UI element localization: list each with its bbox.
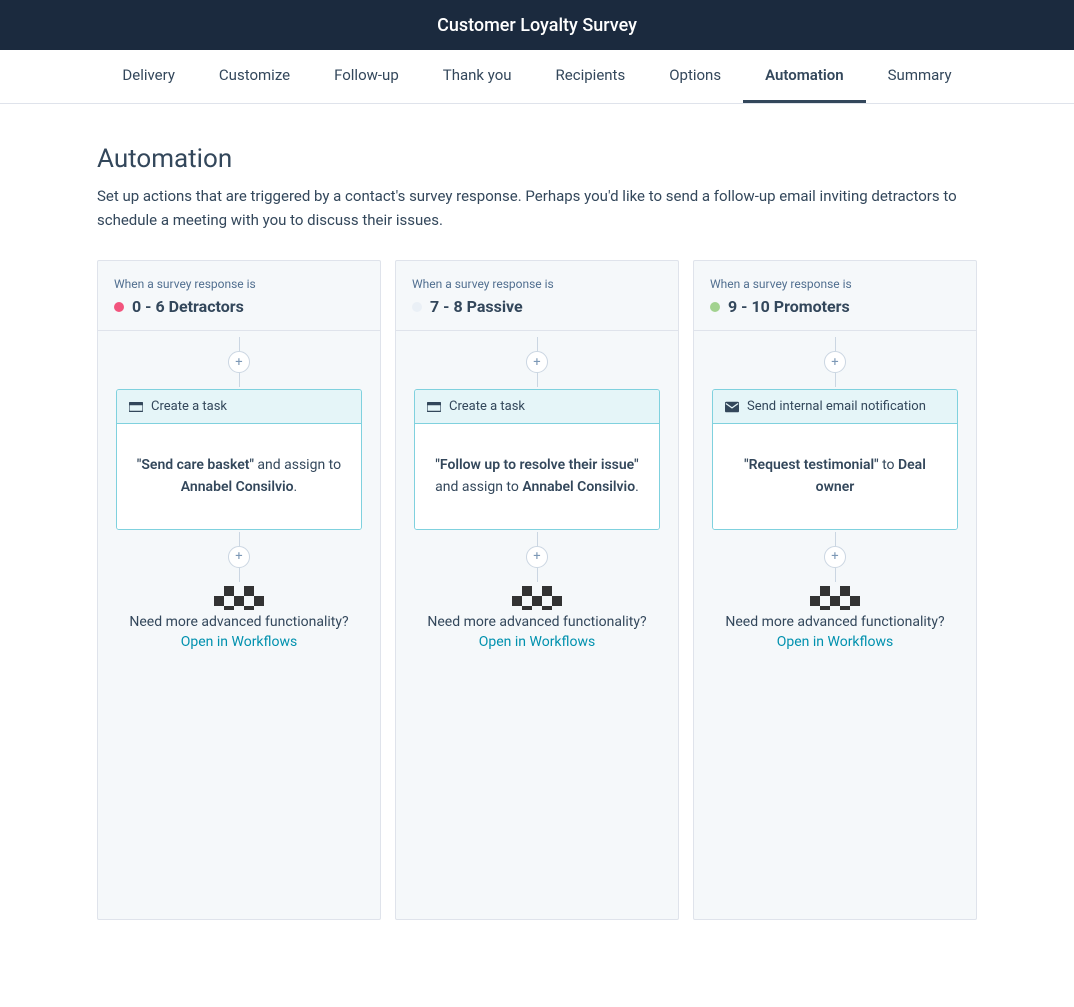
advanced-text: Need more advanced functionality? <box>427 614 646 630</box>
connector-line <box>239 568 240 582</box>
action-assignee: Annabel Consilvio <box>522 479 635 495</box>
tab-summary[interactable]: Summary <box>866 50 974 103</box>
column-body: + Send internal email notification "Requ… <box>694 331 976 650</box>
connector-line <box>239 373 240 387</box>
action-assignee: Annabel Consilvio <box>181 479 294 495</box>
tab-delivery[interactable]: Delivery <box>100 50 197 103</box>
column-title-row: 9 - 10 Promoters <box>710 297 960 316</box>
task-icon <box>129 401 143 413</box>
action-card-header: Create a task <box>117 390 361 424</box>
segment-dot-icon <box>412 302 422 312</box>
tab-customize[interactable]: Customize <box>197 50 312 103</box>
action-quoted-text: "Request testimonial" <box>744 457 878 473</box>
automation-column: When a survey response is 9 - 10 Promote… <box>693 260 977 920</box>
add-action-button[interactable]: + <box>228 351 250 373</box>
tab-follow-up[interactable]: Follow-up <box>312 50 421 103</box>
action-type-label: Create a task <box>449 399 525 414</box>
placeholder-icon <box>214 586 264 610</box>
action-card-body: "Request testimonial" to Deal owner <box>713 424 957 529</box>
tab-thank-you[interactable]: Thank you <box>421 50 534 103</box>
action-type-label: Send internal email notification <box>747 399 926 414</box>
add-action-button[interactable]: + <box>526 546 548 568</box>
connector-line <box>239 337 240 351</box>
segment-dot-icon <box>114 302 124 312</box>
header-bar: Customer Loyalty Survey <box>0 0 1074 50</box>
segment-dot-icon <box>710 302 720 312</box>
action-mid-text: to <box>879 457 898 473</box>
action-mid-text: and assign to <box>435 479 522 495</box>
connector-line <box>239 532 240 546</box>
column-title: 9 - 10 Promoters <box>728 297 850 316</box>
connector-line <box>835 373 836 387</box>
automation-column: When a survey response is 0 - 6 Detracto… <box>97 260 381 920</box>
column-header: When a survey response is 9 - 10 Promote… <box>694 261 976 331</box>
tab-options[interactable]: Options <box>647 50 743 103</box>
connector-line <box>835 532 836 546</box>
task-icon <box>427 401 441 413</box>
action-quoted-text: "Send care basket" <box>137 457 254 473</box>
mail-icon <box>725 401 739 413</box>
open-in-workflows-link[interactable]: Open in Workflows <box>479 634 595 650</box>
connector-line <box>537 337 538 351</box>
action-card[interactable]: Create a task "Send care basket" and ass… <box>116 389 362 530</box>
add-action-button[interactable]: + <box>824 546 846 568</box>
column-title-row: 7 - 8 Passive <box>412 297 662 316</box>
action-quoted-text: "Follow up to resolve their issue" <box>435 457 638 473</box>
action-card[interactable]: Send internal email notification "Reques… <box>712 389 958 530</box>
action-card[interactable]: Create a task "Follow up to resolve thei… <box>414 389 660 530</box>
connector-line <box>537 532 538 546</box>
advanced-text: Need more advanced functionality? <box>129 614 348 630</box>
action-suffix: . <box>635 479 639 495</box>
action-card-body: "Send care basket" and assign to Annabel… <box>117 424 361 529</box>
action-suffix: . <box>294 479 298 495</box>
page-title: Automation <box>97 144 977 174</box>
add-action-button[interactable]: + <box>824 351 846 373</box>
action-type-label: Create a task <box>151 399 227 414</box>
main-content: Automation Set up actions that are trigg… <box>77 104 997 960</box>
connector-line <box>537 373 538 387</box>
column-title: 7 - 8 Passive <box>430 297 523 316</box>
column-pretext: When a survey response is <box>412 277 662 291</box>
automation-column: When a survey response is 7 - 8 Passive … <box>395 260 679 920</box>
column-pretext: When a survey response is <box>710 277 960 291</box>
column-pretext: When a survey response is <box>114 277 364 291</box>
action-card-body: "Follow up to resolve their issue" and a… <box>415 424 659 529</box>
column-title-row: 0 - 6 Detractors <box>114 297 364 316</box>
action-card-header: Create a task <box>415 390 659 424</box>
connector-line <box>537 568 538 582</box>
action-card-header: Send internal email notification <box>713 390 957 424</box>
action-mid-text: and assign to <box>254 457 341 473</box>
column-title: 0 - 6 Detractors <box>132 297 244 316</box>
column-header: When a survey response is 7 - 8 Passive <box>396 261 678 331</box>
column-body: + Create a task "Follow up to resolve th… <box>396 331 678 650</box>
automation-columns: When a survey response is 0 - 6 Detracto… <box>97 260 977 920</box>
add-action-button[interactable]: + <box>228 546 250 568</box>
connector-line <box>835 337 836 351</box>
open-in-workflows-link[interactable]: Open in Workflows <box>181 634 297 650</box>
placeholder-icon <box>512 586 562 610</box>
tab-automation[interactable]: Automation <box>743 50 866 103</box>
page-description: Set up actions that are triggered by a c… <box>97 184 977 232</box>
connector-line <box>835 568 836 582</box>
add-action-button[interactable]: + <box>526 351 548 373</box>
advanced-text: Need more advanced functionality? <box>725 614 944 630</box>
open-in-workflows-link[interactable]: Open in Workflows <box>777 634 893 650</box>
column-header: When a survey response is 0 - 6 Detracto… <box>98 261 380 331</box>
column-body: + Create a task "Send care basket" and a… <box>98 331 380 650</box>
tabs-nav: DeliveryCustomizeFollow-upThank youRecip… <box>0 50 1074 104</box>
placeholder-icon <box>810 586 860 610</box>
tab-recipients[interactable]: Recipients <box>534 50 648 103</box>
page-header-title: Customer Loyalty Survey <box>437 15 637 36</box>
